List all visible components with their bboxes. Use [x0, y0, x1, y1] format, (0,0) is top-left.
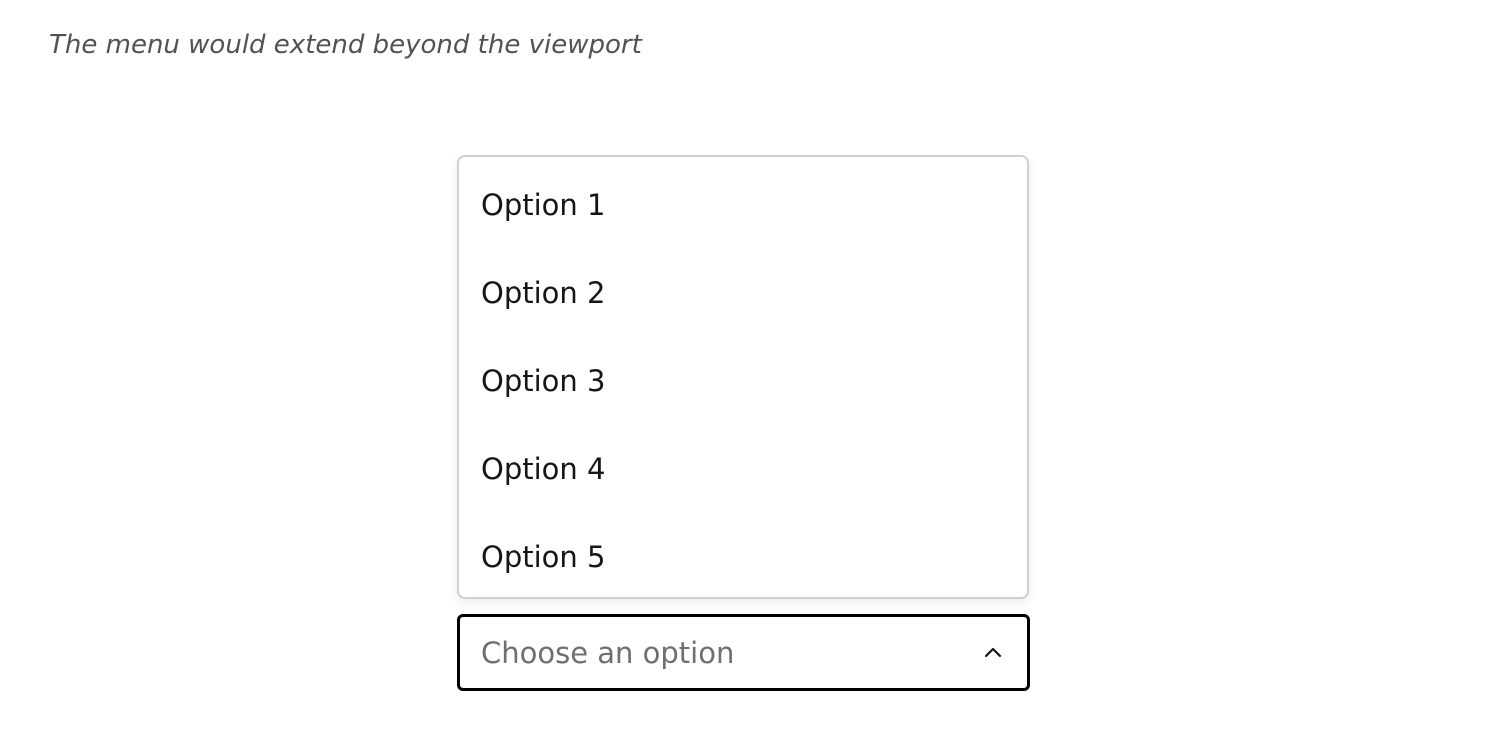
- menu-option-3[interactable]: Option 3: [459, 337, 1027, 425]
- menu-option-2[interactable]: Option 2: [459, 249, 1027, 337]
- dropdown-menu: Option 1 Option 2 Option 3 Option 4 Opti…: [457, 155, 1029, 599]
- page: The menu would extend beyond the viewpor…: [0, 0, 1488, 745]
- menu-option-1[interactable]: Option 1: [459, 161, 1027, 249]
- select-placeholder: Choose an option: [481, 635, 735, 670]
- caption-text: The menu would extend beyond the viewpor…: [49, 30, 642, 60]
- select-field[interactable]: Choose an option: [457, 614, 1030, 691]
- menu-option-5[interactable]: Option 5: [459, 513, 1027, 601]
- chevron-up-icon[interactable]: [979, 639, 1007, 667]
- menu-option-4[interactable]: Option 4: [459, 425, 1027, 513]
